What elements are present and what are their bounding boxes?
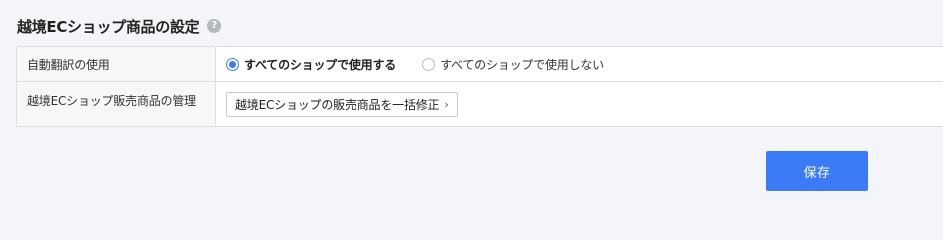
product-management-row: 越境ECショップ販売商品の管理 越境ECショップの販売商品を一括修正 › bbox=[17, 82, 943, 127]
radio-use-no-shops-label: すべてのショップで使用しない bbox=[440, 57, 604, 72]
radio-use-all-shops[interactable]: すべてのショップで使用する bbox=[226, 56, 396, 73]
radio-checked-icon[interactable] bbox=[226, 57, 239, 71]
auto-translate-row: 自動翻訳の使用 すべてのショップで使用する すべてのショップで使用しない bbox=[17, 47, 943, 82]
chevron-right-icon: › bbox=[444, 97, 449, 111]
auto-translate-label: 自動翻訳の使用 bbox=[17, 47, 216, 81]
auto-translate-options: すべてのショップで使用する すべてのショップで使用しない bbox=[216, 47, 943, 81]
radio-use-all-shops-label: すべてのショップで使用する bbox=[244, 57, 397, 72]
save-button[interactable]: 保存 bbox=[766, 151, 868, 191]
product-management-label: 越境ECショップ販売商品の管理 bbox=[17, 82, 216, 126]
bulk-edit-button[interactable]: 越境ECショップの販売商品を一括修正 › bbox=[226, 91, 458, 117]
radio-unchecked-icon[interactable] bbox=[422, 57, 436, 71]
product-management-value: 越境ECショップの販売商品を一括修正 › bbox=[216, 82, 943, 126]
help-icon[interactable]: ? bbox=[207, 19, 222, 33]
bulk-edit-button-label: 越境ECショップの販売商品を一括修正 bbox=[235, 97, 440, 112]
section-title: 越境ECショップ商品の設定 bbox=[17, 17, 200, 36]
settings-table: 自動翻訳の使用 すべてのショップで使用する すべてのショップで使用しない 越境E… bbox=[16, 46, 943, 127]
section-header: 越境ECショップ商品の設定 ? bbox=[17, 15, 222, 37]
radio-use-no-shops[interactable]: すべてのショップで使用しない bbox=[422, 56, 604, 73]
